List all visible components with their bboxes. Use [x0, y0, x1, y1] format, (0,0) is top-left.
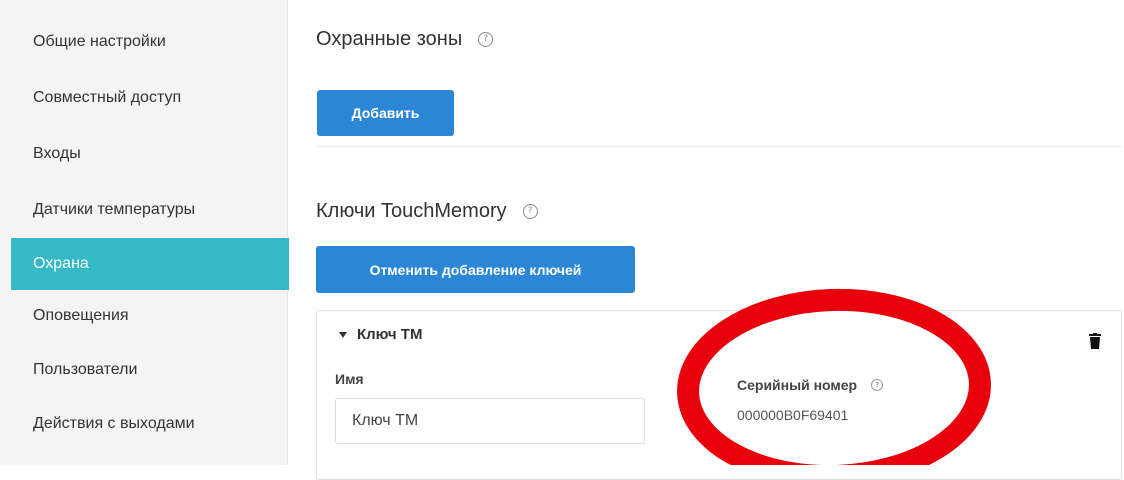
keys-section-title: Ключи TouchMemory ? [316, 200, 538, 223]
serial-label-row: Серийный номер ? [737, 377, 884, 393]
sidebar-item-output-actions[interactable]: Действия с выходами [11, 398, 288, 450]
sidebar-item-security[interactable]: Охрана [11, 238, 289, 290]
section-divider [316, 146, 1122, 147]
key-card: Ключ ТМ Имя Ключ ТМ Серийный номер ? 000… [316, 310, 1122, 480]
caret-down-icon[interactable] [339, 331, 347, 338]
question-circle-icon[interactable]: ? [522, 204, 538, 219]
key-card-header[interactable]: Ключ ТМ [339, 326, 422, 343]
question-circle-icon[interactable]: ? [871, 379, 884, 391]
serial-number-value: 000000B0F69401 [737, 407, 849, 423]
sidebar-item-temperature-sensors[interactable]: Датчики температуры [11, 184, 288, 236]
trash-icon[interactable] [1089, 333, 1101, 349]
zones-title-text: Охранные зоны [316, 28, 463, 50]
sidebar-item-notifications[interactable]: Оповещения [11, 290, 288, 342]
question-circle-icon[interactable]: ? [478, 32, 494, 47]
sidebar-item-inputs[interactable]: Входы [11, 128, 288, 180]
keys-title-text: Ключи TouchMemory [316, 200, 507, 222]
add-zone-button[interactable]: Добавить [317, 90, 454, 136]
key-card-title: Ключ ТМ [357, 326, 423, 343]
sidebar-item-users[interactable]: Пользователи [11, 344, 288, 396]
key-name-input[interactable]: Ключ ТМ [335, 398, 645, 444]
name-label: Имя [335, 371, 364, 387]
sidebar: Общие настройки Совместный доступ Входы … [0, 0, 289, 465]
cancel-add-keys-button[interactable]: Отменить добавление ключей [316, 246, 635, 293]
zones-section-title: Охранные зоны ? [316, 28, 494, 51]
serial-label: Серийный номер [737, 377, 858, 393]
sidebar-item-general[interactable]: Общие настройки [11, 16, 288, 68]
sidebar-item-shared-access[interactable]: Совместный доступ [11, 72, 288, 124]
